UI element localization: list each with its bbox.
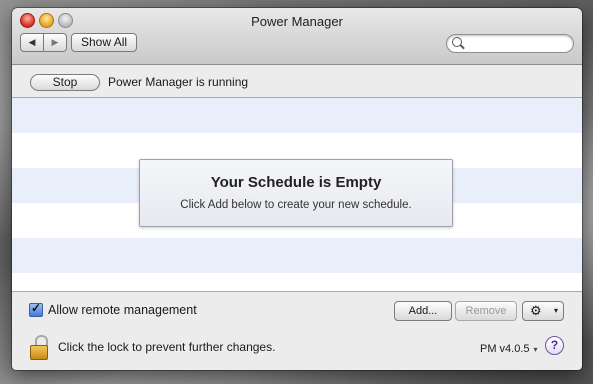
schedule-list[interactable]: Your Schedule is Empty Click Add below t…	[12, 97, 582, 292]
lock-icon[interactable]	[30, 335, 48, 360]
stop-button[interactable]: Stop	[30, 74, 100, 91]
forward-button[interactable]: ▶	[44, 33, 67, 52]
show-all-button[interactable]: Show All	[71, 33, 138, 52]
version-menu[interactable]: PM v4.0.5 ▾	[480, 343, 538, 355]
forward-arrow-icon: ▶	[51, 37, 59, 47]
window-title: Power Manager	[251, 14, 343, 29]
empty-schedule-subtitle: Click Add below to create your new sched…	[180, 199, 412, 211]
chevron-down-icon: ▾	[553, 306, 558, 315]
remote-management-label[interactable]: Allow remote management	[48, 303, 197, 317]
history-navigation: ◀ ▶	[20, 33, 67, 52]
action-menu-button[interactable]: ⚙ ▾	[522, 301, 564, 321]
back-arrow-icon: ◀	[28, 37, 36, 47]
lock-area: Click the lock to prevent further change…	[30, 335, 276, 360]
bottom-controls: Allow remote management Add... Remove ⚙ …	[12, 291, 582, 370]
remote-management-checkbox[interactable]	[29, 301, 43, 317]
empty-schedule-panel: Your Schedule is Empty Click Add below t…	[139, 159, 453, 227]
add-button[interactable]: Add...	[394, 301, 452, 321]
lock-message: Click the lock to prevent further change…	[58, 340, 276, 354]
window-toolbar: Power Manager ◀ ▶ Show All	[12, 8, 582, 65]
gear-icon: ⚙	[530, 303, 542, 318]
version-dropdown-icon: ▾	[533, 345, 538, 354]
preferences-window: Power Manager ◀ ▶ Show All Stop Power Ma…	[12, 8, 582, 370]
lock-body	[30, 345, 48, 360]
back-button[interactable]: ◀	[20, 33, 44, 52]
version-label: PM v4.0.5	[480, 343, 530, 355]
empty-schedule-title: Your Schedule is Empty	[210, 174, 382, 191]
remove-button[interactable]: Remove	[455, 301, 517, 321]
status-message: Power Manager is running	[108, 75, 249, 89]
search-input[interactable]	[465, 35, 569, 53]
help-button[interactable]: ?	[545, 336, 564, 355]
search-icon	[452, 37, 462, 47]
status-bar: Stop Power Manager is running	[12, 65, 582, 97]
search-field[interactable]	[446, 34, 574, 53]
remote-management-option[interactable]: Allow remote management	[29, 301, 197, 317]
